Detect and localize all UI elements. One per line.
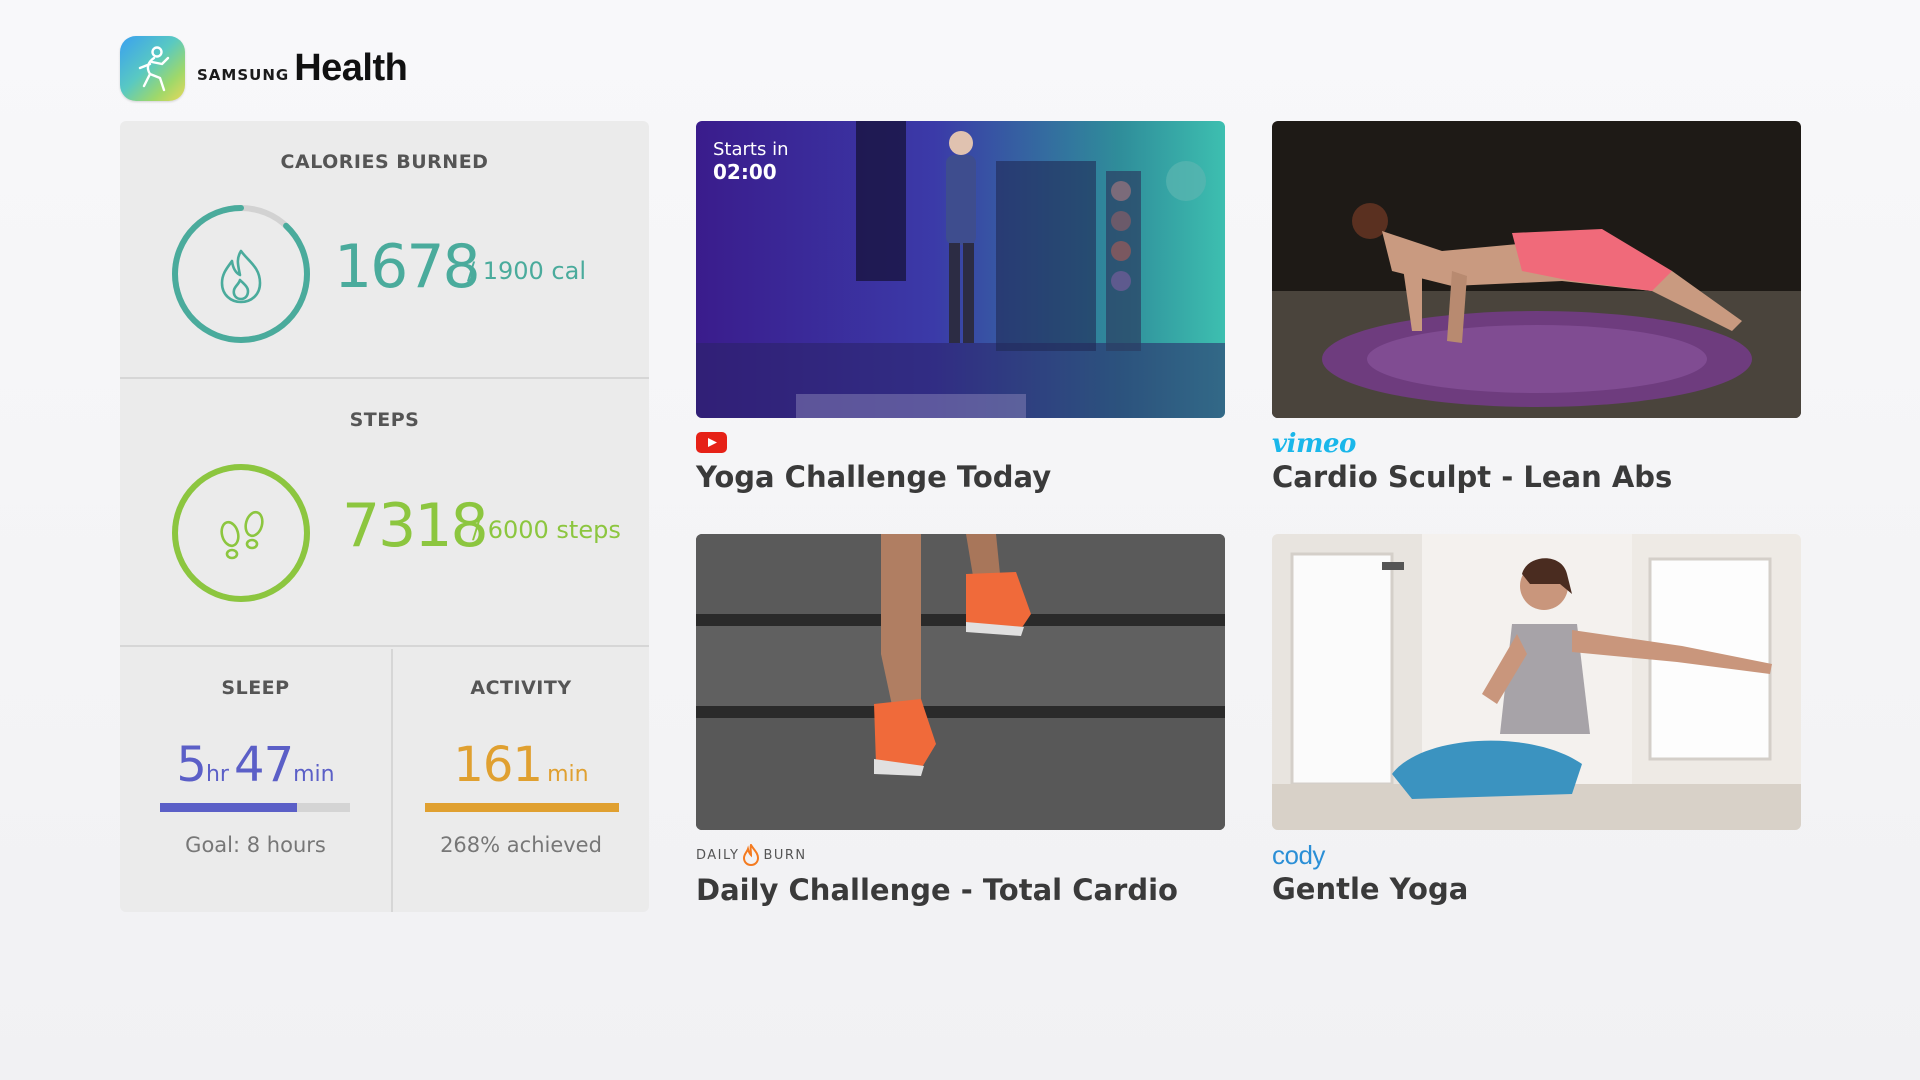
video-thumbnail[interactable] bbox=[1272, 121, 1801, 418]
video-card-cardio-sculpt[interactable]: vimeo Cardio Sculpt - Lean Abs bbox=[1272, 121, 1801, 501]
sleep-progress-fill bbox=[160, 803, 297, 812]
stats-panel: CALORIES BURNED 1678 / 1900 cal STEPS 73… bbox=[120, 121, 649, 912]
dailyburn-logo: DAILY BURN bbox=[696, 844, 807, 866]
steps-ring bbox=[172, 464, 310, 602]
video-card-daily-challenge[interactable]: DAILY BURN Daily Challenge - Total Cardi… bbox=[696, 534, 1225, 914]
calories-ring bbox=[172, 205, 310, 343]
sleep-hours: 5 bbox=[176, 737, 207, 793]
flame-icon bbox=[743, 844, 760, 866]
brand-health: Health bbox=[294, 47, 408, 89]
video-thumbnail[interactable] bbox=[696, 534, 1225, 830]
video-card-yoga-challenge[interactable]: Starts in 02:00 Yoga Challenge Today bbox=[696, 121, 1225, 501]
sleep-progress-bar bbox=[160, 803, 350, 812]
video-thumbnail[interactable]: Starts in 02:00 bbox=[696, 121, 1225, 418]
card-title: Yoga Challenge Today bbox=[696, 460, 1052, 494]
steps-goal: / 6000 steps bbox=[472, 516, 621, 544]
activity-minutes: 161 bbox=[453, 737, 543, 793]
card-title: Cardio Sculpt - Lean Abs bbox=[1272, 460, 1673, 494]
youtube-icon bbox=[696, 432, 727, 457]
sleep-minutes-unit: min bbox=[293, 762, 335, 787]
calories-value: 1678 bbox=[334, 232, 481, 302]
cody-logo: cody bbox=[1272, 840, 1325, 870]
sleep-goal: Goal: 8 hours bbox=[185, 833, 326, 857]
video-thumbnail[interactable] bbox=[1272, 534, 1801, 830]
activity-title: ACTIVITY bbox=[470, 677, 572, 699]
calories-card[interactable]: CALORIES BURNED 1678 / 1900 cal bbox=[120, 121, 649, 379]
starts-in-time: 02:00 bbox=[713, 160, 777, 184]
flame-icon bbox=[220, 249, 262, 304]
app-header: SAMSUNG Health bbox=[120, 36, 408, 101]
sleep-value: 5hr 47min bbox=[120, 737, 391, 793]
running-figure-icon[interactable] bbox=[120, 36, 185, 101]
calories-goal: / 1900 cal bbox=[467, 257, 586, 285]
calories-title: CALORIES BURNED bbox=[280, 151, 489, 173]
bottom-stats-row: SLEEP 5hr 47min Goal: 8 hours ACTIVITY 1… bbox=[120, 649, 649, 912]
steps-value: 7318 bbox=[342, 491, 489, 561]
brand-samsung: SAMSUNG bbox=[197, 66, 290, 84]
activity-card[interactable]: ACTIVITY 161 min 268% achieved bbox=[393, 649, 649, 912]
steps-title: STEPS bbox=[349, 409, 420, 431]
sleep-minutes: 47 bbox=[234, 737, 294, 793]
video-card-gentle-yoga[interactable]: cody Gentle Yoga bbox=[1272, 534, 1801, 914]
dailyburn-daily: DAILY bbox=[696, 847, 740, 863]
steps-card[interactable]: STEPS 7318 / 6000 steps bbox=[120, 381, 649, 647]
activity-value: 161 min bbox=[393, 737, 649, 793]
starts-in-overlay: Starts in 02:00 bbox=[713, 139, 788, 184]
card-title: Gentle Yoga bbox=[1272, 872, 1469, 906]
starts-in-label: Starts in bbox=[713, 139, 789, 160]
activity-unit: min bbox=[547, 762, 589, 787]
footprints-icon bbox=[220, 510, 264, 560]
vimeo-logo: vimeo bbox=[1272, 429, 1356, 459]
activity-progress-fill bbox=[425, 803, 619, 812]
card-title: Daily Challenge - Total Cardio bbox=[696, 873, 1178, 907]
brand-logo: SAMSUNG Health bbox=[197, 47, 408, 90]
sleep-title: SLEEP bbox=[221, 677, 290, 699]
activity-progress-bar bbox=[425, 803, 619, 812]
dailyburn-burn: BURN bbox=[763, 847, 807, 863]
sleep-card[interactable]: SLEEP 5hr 47min Goal: 8 hours bbox=[120, 649, 393, 912]
sleep-hours-unit: hr bbox=[205, 762, 229, 787]
activity-achieved: 268% achieved bbox=[440, 833, 602, 857]
